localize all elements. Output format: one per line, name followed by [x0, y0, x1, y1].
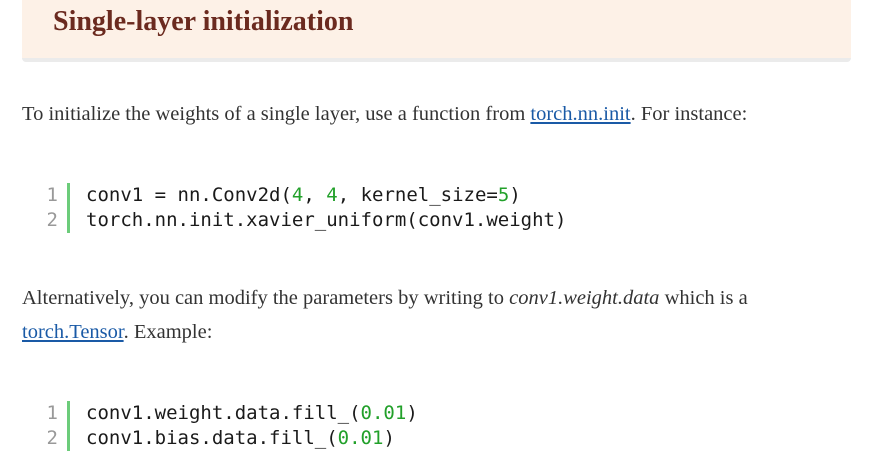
alt-text-end: . Example:: [123, 321, 213, 343]
section-heading-box: Single-layer initialization: [22, 0, 851, 62]
intro-text-start: To initialize the weights of a single la…: [22, 103, 531, 125]
code-token: ): [509, 184, 521, 206]
line-number: 1: [38, 401, 70, 426]
line-number: 2: [38, 426, 70, 451]
code-line: 1 conv1 = nn.Conv2d(4, 4, kernel_size=5): [38, 183, 566, 208]
code-token: conv1.weight.data.fill_(: [86, 402, 361, 424]
code-line: 1 conv1.weight.data.fill_(0.01): [38, 401, 418, 426]
code-number: 4: [291, 184, 304, 206]
code-token: ): [406, 402, 418, 424]
section-title: Single-layer initialization: [53, 6, 354, 37]
code-block-1: 1 conv1 = nn.Conv2d(4, 4, kernel_size=5) …: [38, 183, 566, 233]
line-number: 1: [38, 183, 70, 208]
torch-tensor-link[interactable]: torch.Tensor: [22, 321, 124, 343]
code-number: 0.01: [337, 427, 384, 449]
line-number: 2: [38, 208, 70, 233]
code-token: , kernel_size=: [337, 184, 498, 206]
alt-text-start: Alternatively, you can modify the parame…: [22, 287, 510, 309]
alternative-paragraph: Alternatively, you can modify the parame…: [22, 281, 852, 349]
code-line: 2 torch.nn.init.xavier_uniform(conv1.weig…: [38, 208, 566, 233]
torch-nn-init-link[interactable]: torch.nn.init: [530, 103, 630, 125]
code-text: conv1 = nn.Conv2d(4, 4, kernel_size=5): [86, 183, 521, 208]
alt-emphasis: conv1.weight.data: [509, 287, 660, 309]
code-number: 5: [497, 184, 510, 206]
alt-text-middle: which is a: [659, 287, 748, 309]
code-number: 4: [326, 184, 338, 206]
intro-paragraph: To initialize the weights of a single la…: [22, 97, 852, 131]
code-number: 0.01: [360, 402, 407, 424]
code-text: torch.nn.init.xavier_uniform(conv1.weigh…: [86, 209, 567, 231]
intro-text-end: . For instance:: [630, 103, 748, 125]
code-text: conv1.bias.data.fill_(0.01): [86, 426, 395, 451]
code-token: conv1 = nn.Conv2d(: [86, 184, 292, 206]
code-token: ): [383, 427, 395, 449]
code-line: 2 conv1.bias.data.fill_(0.01): [38, 426, 418, 451]
code-block-2: 1 conv1.weight.data.fill_(0.01) 2 conv1.bi…: [38, 401, 418, 451]
code-text: conv1.weight.data.fill_(0.01): [86, 401, 418, 426]
code-token: conv1.bias.data.fill_(: [86, 427, 338, 449]
code-token: ,: [303, 184, 327, 206]
